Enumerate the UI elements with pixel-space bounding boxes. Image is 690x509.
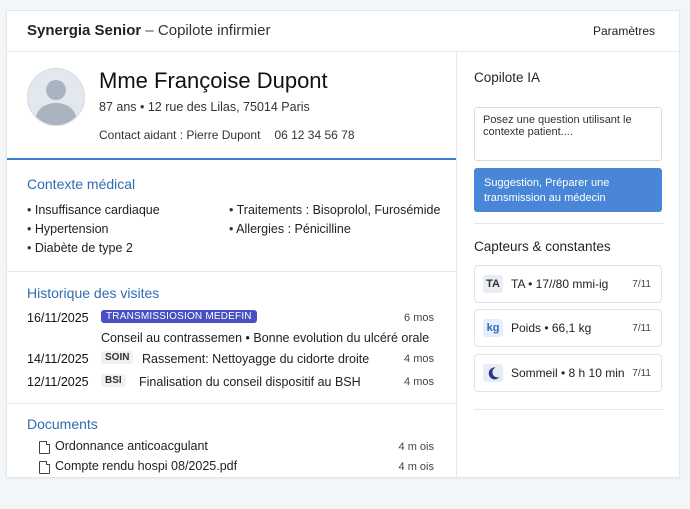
patient-name: Mme Françoise Dupont — [99, 68, 328, 93]
visit-tag[interactable]: SOIN — [101, 351, 134, 364]
visit-date: 16/11/2025 — [27, 311, 89, 325]
patient-panel: Mme Françoise Dupont 87 ans • 12 rue des… — [7, 52, 456, 477]
sensor-label: Poids • 66,1 kg — [511, 321, 592, 335]
copilot-question-input[interactable] — [475, 108, 663, 164]
history-title: Historique des visites — [27, 285, 160, 301]
patient-header: Mme Françoise Dupont 87 ans • 12 rue des… — [7, 52, 456, 160]
document-icon — [39, 441, 50, 454]
caregiver-contact: Contact aidant : Pierre Dupont — [99, 128, 261, 142]
caregiver-phone[interactable]: 06 12 34 56 78 — [274, 128, 354, 142]
sensor-label: TA • 17//80 mmi-ig — [511, 277, 609, 291]
sensor-label: Sommeil • 8 h 10 min — [511, 366, 625, 380]
sensor-date: 7/11 — [632, 323, 651, 334]
condition-item: Hypertension — [27, 222, 109, 236]
visit-time: 4 mos — [404, 353, 434, 365]
visit-tag[interactable]: BSI — [101, 374, 126, 387]
document-icon — [39, 461, 50, 474]
document-link[interactable]: Ordonnance anticoacgulant — [55, 439, 208, 453]
moon-icon-svg — [488, 367, 500, 380]
copilot-title: Copilote IA — [474, 70, 541, 85]
avatar-body-shape — [36, 103, 76, 125]
sensor-card[interactable]: kg Poids • 66,1 kg 7/11 — [474, 309, 662, 347]
condition-item: Diabète de type 2 — [27, 241, 133, 255]
title-separator: – — [141, 22, 158, 39]
copilot-panel: Copilote IA Suggestion, Préparer une tra… — [457, 52, 679, 477]
visit-time: 6 mos — [404, 312, 434, 324]
visit-description[interactable]: Rassement: Nettoyagge du cidorte droite — [142, 352, 369, 366]
sensor-card[interactable]: Sommeil • 8 h 10 min 7/11 — [474, 354, 662, 392]
visit-date: 12/11/2025 — [27, 375, 89, 389]
sensor-card[interactable]: TA TA • 17//80 mmi-ig 7/11 — [474, 265, 662, 303]
section-divider — [7, 271, 456, 272]
brand-name: Synergia Senior — [27, 22, 142, 39]
sensors-title: Capteurs & constantes — [474, 239, 611, 254]
sensor-date: 7/11 — [632, 368, 651, 379]
treatments-item: Traitements : Bisoprolol, Furosémide — [229, 203, 441, 217]
allergies-item: Allergies : Pénicilline — [229, 222, 351, 236]
moon-icon — [483, 364, 503, 382]
app-title: Synergia Senior – Copilote infirmier — [27, 22, 270, 39]
app-subtitle: Copilote infirmier — [157, 22, 271, 39]
document-time: 4 m ois — [398, 461, 434, 473]
document-time: 4 m ois — [398, 441, 434, 453]
copilot-question-box — [474, 107, 663, 164]
suggestion-label: Suggestion, Préparer une transmission au… — [484, 177, 610, 204]
condition-item: Insuffisance cardiaque — [27, 203, 160, 217]
avatar — [27, 68, 85, 126]
blood-pressure-icon: TA — [483, 275, 503, 293]
patient-contact: Contact aidant : Pierre Dupont 06 12 34 5… — [99, 128, 355, 142]
settings-link[interactable]: Paramètres — [593, 24, 655, 38]
panel-divider — [474, 409, 664, 410]
context-title: Contexte médical — [27, 176, 136, 192]
visit-time: 4 mos — [404, 376, 434, 388]
sensor-date: 7/11 — [632, 279, 651, 290]
app-window: Synergia Senior – Copilote infirmier Par… — [6, 10, 680, 478]
weight-icon: kg — [483, 319, 503, 337]
avatar-head-shape — [46, 80, 66, 100]
suggestion-button[interactable]: Suggestion, Préparer une transmission au… — [474, 168, 662, 212]
visit-tag[interactable]: TRANSMISSIOSION MEDEFIN — [101, 310, 257, 323]
visit-description[interactable]: Conseil au contrassemen • Bonne evolutio… — [101, 331, 429, 345]
visit-date: 14/11/2025 — [27, 352, 89, 366]
panel-divider — [474, 223, 664, 224]
document-link[interactable]: Compte rendu hospi 08/2025.pdf — [55, 459, 237, 473]
documents-title: Documents — [27, 416, 98, 432]
section-divider — [7, 403, 456, 404]
patient-info: 87 ans • 12 rue des Lilas, 75014 Paris — [99, 100, 310, 114]
top-bar: Synergia Senior – Copilote infirmier Par… — [7, 11, 679, 52]
visit-description[interactable]: Finalisation du conseil dispositif au BS… — [139, 375, 361, 389]
